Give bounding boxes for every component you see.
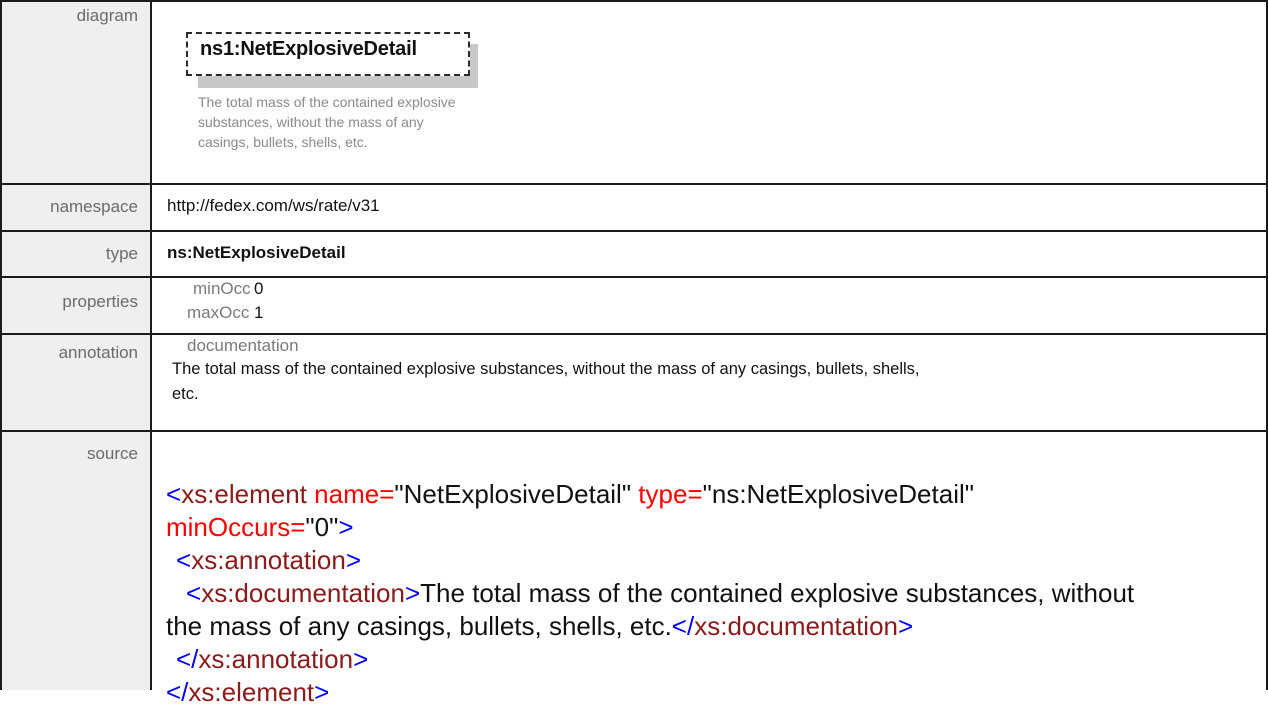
element-prefix: ns1:: [200, 38, 241, 60]
row-separator: [0, 430, 1268, 432]
namespace-value: http://fedex.com/ws/rate/v31: [167, 196, 380, 215]
source-line-4: <xs:documentation>The total mass of the …: [186, 578, 1135, 608]
element-name: NetExplosiveDetail: [240, 38, 417, 60]
source-label: source: [86, 444, 138, 463]
type-label: type: [105, 244, 138, 263]
min-occurs-label: minOcc: [193, 279, 251, 298]
annotation-line-1: The total mass of the contained explosiv…: [172, 360, 920, 378]
source-line-2: minOccurs="0">: [166, 512, 354, 542]
element-box-title: ns1:NetExplosiveDetail: [200, 38, 417, 61]
namespace-label-cell: namespace: [2, 185, 150, 230]
annotation-label-cell: annotation: [2, 335, 150, 430]
diagram-label: diagram: [76, 6, 138, 25]
documentation-label: documentation: [187, 336, 299, 355]
table-top-border: [0, 0, 1268, 2]
min-occurs-value: 0: [254, 279, 264, 298]
table-column-separator: [150, 0, 152, 690]
source-line-1: <xs:element name="NetExplosiveDetail" ty…: [166, 479, 974, 509]
source-code: <xs:element name="NetExplosiveDetail" ty…: [166, 478, 1256, 709]
max-occurs-value: 1: [254, 303, 264, 322]
max-occurs-label: maxOcc: [187, 303, 250, 322]
row-separator: [0, 183, 1268, 185]
source-label-cell: source: [2, 432, 150, 690]
row-separator: [0, 230, 1268, 232]
source-line-6: </xs:annotation>: [176, 644, 369, 674]
source-line-3: <xs:annotation>: [176, 545, 362, 575]
element-description: The total mass of the contained explosiv…: [198, 94, 456, 150]
diagram-label-cell: diagram: [2, 2, 150, 183]
row-separator: [0, 333, 1268, 335]
type-label-cell: type: [2, 232, 150, 276]
source-line-7: </xs:element>: [166, 677, 330, 707]
table-left-border: [0, 0, 2, 690]
annotation-label: annotation: [58, 343, 138, 362]
row-separator: [0, 276, 1268, 278]
type-value[interactable]: ns:NetExplosiveDetail: [167, 243, 346, 263]
namespace-label: namespace: [50, 197, 138, 216]
source-line-5: the mass of any casings, bullets, shells…: [166, 611, 914, 641]
properties-label-cell: properties: [2, 278, 150, 333]
properties-label: properties: [62, 292, 138, 311]
annotation-line-2: etc.: [172, 385, 199, 403]
schema-doc-table: diagram namespace type properties annota…: [0, 0, 1268, 707]
